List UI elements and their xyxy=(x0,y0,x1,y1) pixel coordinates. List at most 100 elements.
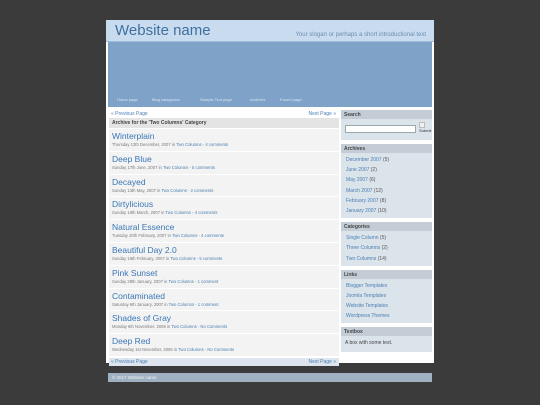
post-category-link[interactable]: Two Columns xyxy=(161,188,186,193)
external-link[interactable]: Blogger Templates xyxy=(346,281,429,291)
external-link[interactable]: Website Templates xyxy=(346,301,429,311)
post-category-link[interactable]: Two Columns xyxy=(172,233,197,238)
post-category-link[interactable]: Two Columns xyxy=(170,256,195,261)
next-page-link[interactable]: Next Page » xyxy=(308,359,336,365)
post-date: Sunday 18th March, 2007 xyxy=(112,210,160,216)
post-date: Thursday 13th December, 2007 xyxy=(112,142,171,147)
archive-link[interactable]: December 2007 (5) xyxy=(346,155,429,165)
post-category-link[interactable]: Two Columns xyxy=(168,279,193,284)
previous-page-link[interactable]: « Previous Page xyxy=(111,111,148,117)
category-link-label[interactable]: Two Columns xyxy=(346,256,376,262)
post-meta: Sunday 17th June, 2007 in Two Columns - … xyxy=(112,164,215,170)
post-meta-in: in xyxy=(158,164,162,170)
top-pager: « Previous Page Next Page » xyxy=(109,110,339,118)
post-title[interactable]: Pink Sunset xyxy=(112,268,339,279)
sidebar: Search Submit Archives December 2007 (5)… xyxy=(341,110,432,356)
links-title: Links xyxy=(341,269,432,279)
category-link-count: (5) xyxy=(379,235,387,242)
post-comments-link[interactable]: No Comments xyxy=(207,347,234,352)
archives-list: December 2007 (5) June 2007 (2) May 2007 (… xyxy=(341,153,432,218)
post-category-link[interactable]: Two Columns xyxy=(178,347,203,352)
search-submit-button[interactable]: Submit xyxy=(419,122,433,134)
archive-link[interactable]: June 2007 (2) xyxy=(346,165,429,175)
archive-link-label[interactable]: May 2007 xyxy=(346,177,368,183)
post-comments-link[interactable]: 4 comments xyxy=(195,210,218,215)
archive-link-count: (12) xyxy=(373,187,383,194)
external-link[interactable]: Wordpress Themes xyxy=(346,311,429,321)
post-item: Natural Essence Tuesday 20th February, 20… xyxy=(109,220,339,243)
post-item: Decayed Sunday 13th May, 2007 in Two Colu… xyxy=(109,174,339,198)
archive-link[interactable]: May 2007 (6) xyxy=(346,175,429,185)
post-title[interactable]: Deep Red xyxy=(112,336,339,347)
nav-item-home[interactable]: Home page xyxy=(117,97,138,102)
archive-link[interactable]: January 2007 (10) xyxy=(346,206,429,216)
external-link[interactable]: Joomla Templates xyxy=(346,291,429,301)
post-item: Dirtylicious Sunday 18th March, 2007 in T… xyxy=(109,197,339,221)
post-comments-link[interactable]: 1 comment xyxy=(198,302,219,307)
post-category-link[interactable]: Two Columns xyxy=(171,324,196,329)
post-title[interactable]: Deep Blue xyxy=(112,154,339,165)
post-comments-link[interactable]: 4 comments xyxy=(201,233,224,238)
nav-item-archives[interactable]: Archives xyxy=(250,97,265,102)
site-header: Website name Your slogan or perhaps a sh… xyxy=(106,20,434,42)
search-widget: Search Submit xyxy=(341,110,432,140)
archive-link-count: (5) xyxy=(382,157,390,163)
post-meta: Wednesday 1st November, 2006 in Two Colu… xyxy=(112,347,235,353)
site-name[interactable]: Website name xyxy=(115,22,211,39)
post-date: Sunday 17th June, 2007 xyxy=(112,164,158,170)
post-category-link[interactable]: Two Columns xyxy=(163,165,188,170)
post-title[interactable]: Dirtylicious xyxy=(112,199,339,210)
category-link-count: (2) xyxy=(381,245,388,252)
links-widget: Links Blogger Templates Joomla Templates W… xyxy=(341,269,432,324)
post-comments-link[interactable]: 1 comment xyxy=(198,279,219,284)
archive-link-label[interactable]: March 2007 xyxy=(346,188,372,194)
archive-link-label[interactable]: February 2007 xyxy=(346,198,379,204)
archive-link-label[interactable]: January 2007 xyxy=(346,208,376,214)
post-category-link[interactable]: Two Columns xyxy=(169,302,194,307)
post-meta: Sunday 18th February, 2007 in Two Column… xyxy=(112,255,223,261)
post-item: Pink Sunset Sunday 28th January, 2007 in … xyxy=(109,265,339,289)
post-meta: Sunday 18th March, 2007 in Two Columns -… xyxy=(112,210,218,216)
category-link-label[interactable]: Three Columns xyxy=(346,245,380,251)
post-meta-in: in xyxy=(166,324,171,330)
post-item: Deep Red Wednesday 1st November, 2006 in … xyxy=(109,334,339,357)
post-item: Deep Blue Sunday 17th June, 2007 in Two C… xyxy=(109,151,339,175)
category-link[interactable]: Two Columns (14) xyxy=(346,254,429,264)
post-comments-link[interactable]: 2 comments xyxy=(191,188,214,193)
post-title[interactable]: Shades of Gray xyxy=(112,313,339,324)
post-title[interactable]: Winterplain xyxy=(112,131,339,142)
post-date: Sunday 28th January, 2007 xyxy=(112,278,163,284)
archive-link-label[interactable]: December 2007 xyxy=(346,157,382,163)
category-link-label[interactable]: Single Column xyxy=(346,235,379,241)
nav-item-sample-text[interactable]: Sample Text page xyxy=(200,97,232,102)
post-category-link[interactable]: Two Columns xyxy=(166,210,191,215)
textbox-body: A box with some text. xyxy=(345,340,393,347)
post-title[interactable]: Beautiful Day 2.0 xyxy=(112,245,339,256)
next-page-link[interactable]: Next Page » xyxy=(308,111,336,117)
post-comments-link[interactable]: No Comments xyxy=(200,324,227,329)
archive-link[interactable]: February 2007 (8) xyxy=(346,196,429,206)
post-comments-link[interactable]: 5 comments xyxy=(199,256,222,261)
post-meta-in: in xyxy=(164,278,168,284)
previous-page-link[interactable]: « Previous Page xyxy=(111,359,148,365)
post-meta-in: in xyxy=(173,347,178,353)
post-category-link[interactable]: Two Columns xyxy=(176,142,201,147)
post-title[interactable]: Contaminated xyxy=(112,291,339,302)
archive-link-count: (6) xyxy=(369,177,376,184)
nav-item-categories[interactable]: Blog categories xyxy=(152,97,180,102)
category-link[interactable]: Single Column (5) xyxy=(346,233,429,243)
post-title[interactable]: Natural Essence xyxy=(112,222,339,233)
search-input[interactable] xyxy=(345,125,416,133)
post-comments-link[interactable]: 4 comments xyxy=(205,142,228,147)
archive-link[interactable]: March 2007 (12) xyxy=(346,186,429,196)
category-link[interactable]: Three Columns (2) xyxy=(346,243,429,253)
archive-link-label[interactable]: June 2007 xyxy=(346,167,369,173)
nav-item-forum[interactable]: Forum page xyxy=(280,97,302,102)
categories-list: Single Column (5) Three Columns (2) Two Co… xyxy=(341,231,432,266)
archive-link-count: (10) xyxy=(377,207,387,214)
post-meta: Monday 6th November, 2006 in Two Columns… xyxy=(112,324,228,330)
archive-link-count: (8) xyxy=(379,197,387,204)
post-comments-link[interactable]: 5 comments xyxy=(192,165,215,170)
post-title[interactable]: Decayed xyxy=(112,177,339,188)
archives-widget: Archives December 2007 (5) June 2007 (2) M… xyxy=(341,144,432,219)
